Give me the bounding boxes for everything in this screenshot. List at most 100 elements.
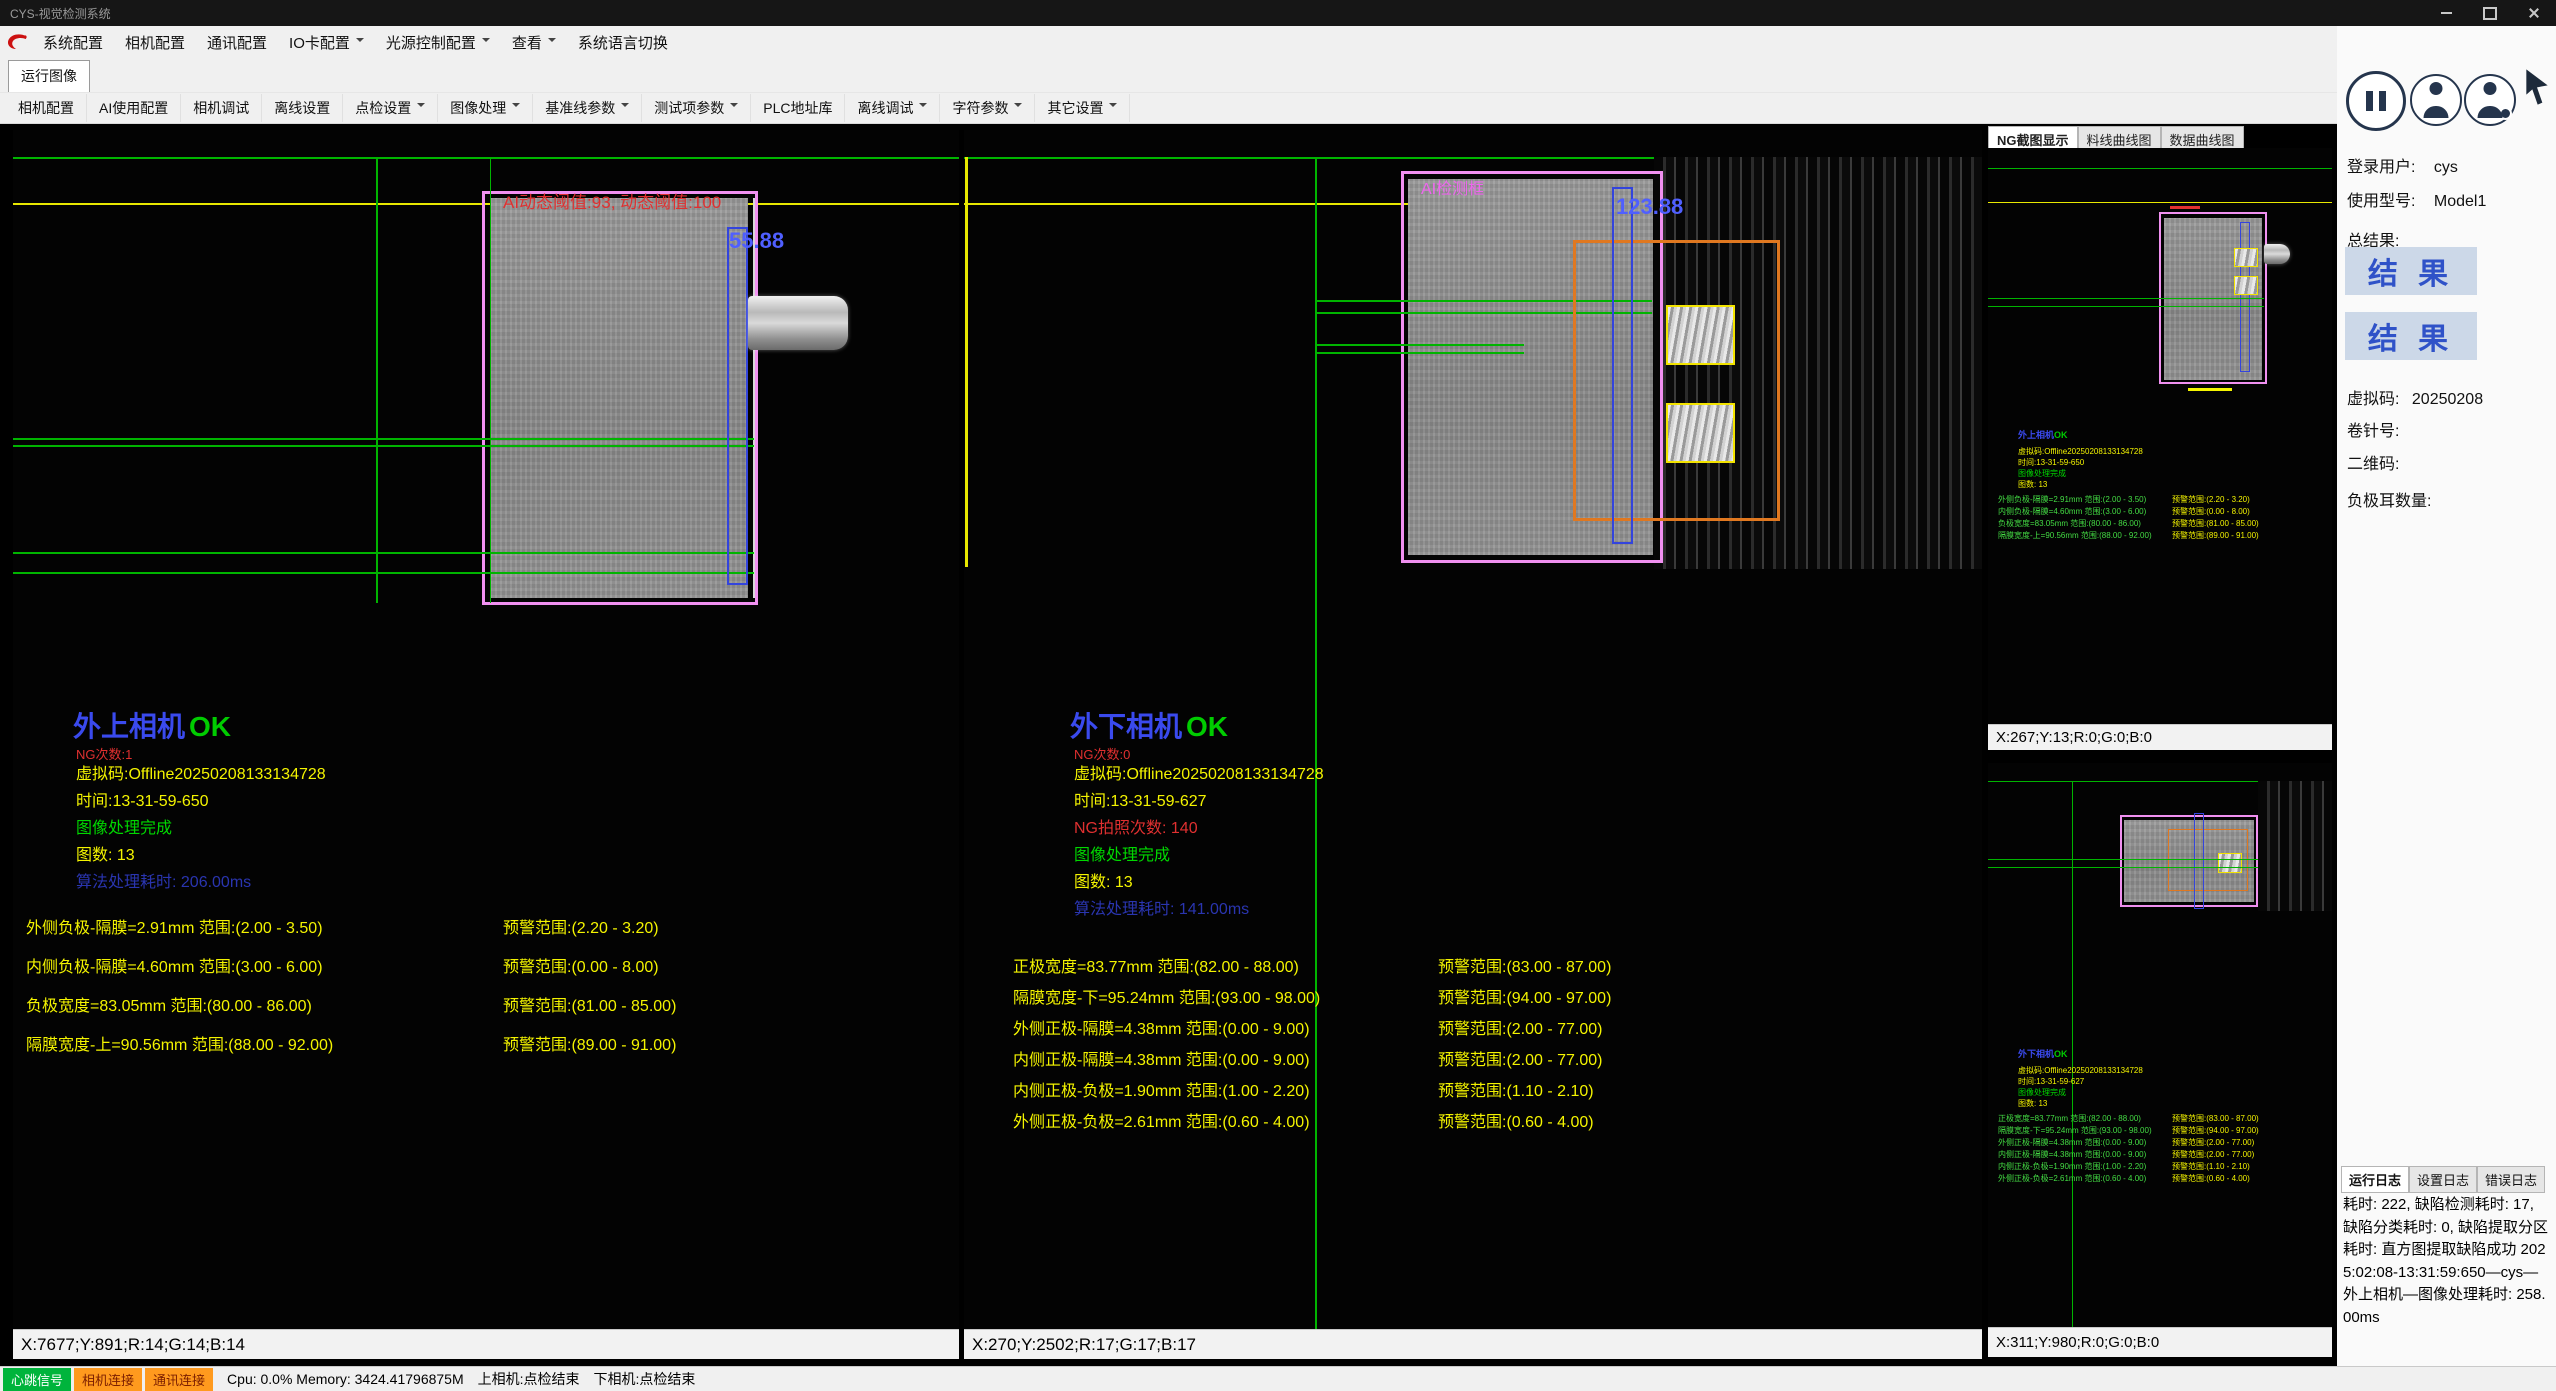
tool-offline-setting[interactable]: 离线设置	[262, 94, 343, 122]
measurement-text-mini: 外侧正极-负极=2.61mm 范围:(0.60 - 4.00)	[1998, 1173, 2146, 1184]
qr-code-label: 二维码:	[2347, 450, 2399, 474]
camera-link-indicator: 相机连接	[74, 1368, 142, 1391]
right-info-panel: 登录用户: cys 使用型号: Model1 总结果: 结 果 结 果 虚拟码:…	[2337, 26, 2556, 1366]
overlay-line	[1315, 344, 1524, 346]
capture-time-mini: 时间:13-31-59-627	[2018, 1076, 2084, 1087]
result-box-upper: 结 果	[2345, 247, 2477, 295]
overlay-line	[1988, 859, 2258, 860]
lower-camera-check-status: 下相机:点检结束	[594, 1369, 696, 1389]
tab-metal	[2264, 244, 2290, 264]
pixel-coord-readout: X:267;Y:13;R:0;G:0;B:0	[1996, 729, 2152, 746]
tool-plc-address[interactable]: PLC地址库	[751, 94, 845, 122]
left-camera-view[interactable]: AI动态阈值:93, 动态阈值:100 55.88 外上相机OK NG次数:1 …	[13, 130, 959, 1329]
tab-count-label: 负极耳数量:	[2347, 487, 2431, 511]
user-icon	[2412, 76, 2460, 124]
measurement-text: 负极宽度=83.05mm 范围:(80.00 - 86.00)	[26, 992, 312, 1016]
tool-offline-debug[interactable]: 离线调试	[845, 94, 940, 122]
measurement-text-mini: 内侧正极-负极=1.90mm 范围:(1.00 - 2.20)	[1998, 1161, 2146, 1172]
minimize-button[interactable]	[2424, 0, 2468, 26]
measurement-warn: 预警范围:(2.00 - 77.00)	[1438, 1046, 1603, 1070]
measurement-warn-mini: 预警范围:(1.10 - 2.10)	[2172, 1161, 2250, 1172]
tool-spot-check[interactable]: 点检设置	[343, 94, 438, 122]
menu-light-control-config[interactable]: 光源控制配置	[375, 28, 501, 57]
tab-setting-log[interactable]: 设置日志	[2409, 1166, 2477, 1193]
overlay-line	[490, 157, 491, 603]
measurement-warn-mini: 预警范围:(94.00 - 97.00)	[2172, 1125, 2259, 1136]
menu-comm-config[interactable]: 通讯配置	[196, 28, 278, 57]
overlay-line	[1988, 306, 2264, 307]
virtual-code: 虚拟码:Offline20250208133134728	[1074, 760, 1324, 784]
thumb1-coord-bar: X:267;Y:13;R:0;G:0;B:0	[1988, 724, 2332, 750]
tool-char-params[interactable]: 字符参数	[940, 94, 1035, 122]
frame-count-mini: 图数: 13	[2018, 479, 2047, 490]
user-gear-icon	[2466, 76, 2514, 124]
tab-detect-box	[2218, 853, 2242, 873]
measurement-warn-mini: 预警范围:(2.20 - 3.20)	[2172, 494, 2250, 505]
tab-run-image[interactable]: 运行图像	[8, 60, 90, 92]
sub-toolbar: 相机配置 AI使用配置 相机调试 离线设置 点检设置 图像处理 基准线参数 测试…	[0, 92, 2337, 124]
left-camera-coord-bar: X:7677;Y:891;R:14;G:14;B:14	[13, 1329, 959, 1359]
measurement-warn: 预警范围:(2.00 - 77.00)	[1438, 1015, 1603, 1039]
close-button[interactable]	[2512, 0, 2556, 26]
measurement-text-mini: 隔膜宽度-上=90.56mm 范围:(88.00 - 92.00)	[1998, 530, 2152, 541]
tool-other-settings[interactable]: 其它设置	[1035, 94, 1130, 122]
cursor-arrow-icon	[2521, 68, 2553, 108]
ng-thumbnail-lower[interactable]: 外下相机OK 虚拟码:Offline20250208133134728 时间:1…	[1988, 763, 2332, 1327]
tool-camera-config[interactable]: 相机配置	[6, 94, 87, 122]
model-value: Model1	[2434, 193, 2486, 210]
measurement-warn: 预警范围:(1.10 - 2.10)	[1438, 1077, 1594, 1101]
menu-io-card-config[interactable]: IO卡配置	[278, 28, 375, 57]
overlay-line	[965, 157, 968, 567]
tool-baseline-params[interactable]: 基准线参数	[533, 94, 642, 122]
camera-title-mini: 外下相机OK	[2018, 1047, 2068, 1060]
pixel-coord-readout: X:7677;Y:891;R:14;G:14;B:14	[21, 1335, 245, 1355]
ng-extra-info: NG拍照次数: 140	[1074, 814, 1198, 838]
badge-dot	[2499, 107, 2512, 120]
menu-system-config[interactable]: 系统配置	[32, 28, 114, 57]
menu-camera-config[interactable]: 相机配置	[114, 28, 196, 57]
user-button[interactable]	[2410, 74, 2462, 126]
tab-error-log[interactable]: 错误日志	[2477, 1166, 2545, 1193]
model-label: 使用型号:	[2347, 187, 2415, 211]
virtual-code-row: 虚拟码: 20250208	[2347, 385, 2483, 409]
capture-time: 时间:13-31-59-627	[1074, 787, 1207, 811]
overlay-line	[376, 157, 378, 603]
cursor-arrow-button[interactable]	[2521, 68, 2553, 108]
ng-thumbnail-upper[interactable]: 外上相机OK 虚拟码:Offline20250208133134728 时间:1…	[1988, 148, 2332, 724]
tool-image-process[interactable]: 图像处理	[438, 94, 533, 122]
process-done: 图像处理完成	[1074, 841, 1170, 865]
overlay-line	[1315, 157, 1317, 1329]
overlay-line	[1988, 168, 2332, 169]
window-title: CYS-视觉检测系统	[0, 5, 111, 22]
measurement-warn: 预警范围:(0.00 - 8.00)	[503, 953, 659, 977]
camera-title: 外上相机OK	[73, 705, 231, 745]
virtual-code-mini: 虚拟码:Offline20250208133134728	[2018, 446, 2143, 457]
measurement-warn: 预警范围:(94.00 - 97.00)	[1438, 984, 1611, 1008]
algo-time: 算法处理耗时: 206.00ms	[76, 868, 251, 892]
menu-language-switch[interactable]: 系统语言切换	[567, 28, 679, 57]
capture-time-mini: 时间:13-31-59-650	[2018, 457, 2084, 468]
tool-ai-use-config[interactable]: AI使用配置	[87, 94, 181, 122]
tab-metal	[748, 296, 848, 350]
camera-result-ok: OK	[2054, 430, 2068, 440]
overlay-line	[1988, 867, 2258, 868]
cpu-memory-readout: Cpu: 0.0% Memory: 3424.41796875M	[227, 1371, 464, 1387]
camera-title-mini: 外上相机OK	[2018, 428, 2068, 441]
status-bar: 心跳信号 相机连接 通讯连接 Cpu: 0.0% Memory: 3424.41…	[0, 1366, 2556, 1391]
tool-test-item-params[interactable]: 测试项参数	[642, 94, 751, 122]
measurement-text: 内侧正极-负极=1.90mm 范围:(1.00 - 2.20)	[1013, 1077, 1310, 1101]
menu-view[interactable]: 查看	[501, 28, 567, 57]
right-camera-view[interactable]: AI检测框 123.88 外下相机OK NG次数:0 虚拟码:Offline20…	[964, 130, 1982, 1329]
maximize-button[interactable]	[2468, 0, 2512, 26]
pause-icon	[2366, 91, 2386, 111]
run-image-tab-row: 运行图像	[0, 58, 2337, 92]
pause-button[interactable]	[2346, 71, 2406, 131]
thumb2-coord-bar: X:311;Y:980;R:0;G:0;B:0	[1988, 1327, 2332, 1357]
tool-camera-debug[interactable]: 相机调试	[181, 94, 262, 122]
minimize-icon	[2441, 12, 2452, 14]
measurement-warn-mini: 预警范围:(2.00 - 77.00)	[2172, 1137, 2254, 1148]
tab-run-log[interactable]: 运行日志	[2341, 1166, 2409, 1193]
user-settings-button[interactable]	[2464, 74, 2516, 126]
measurement-warn: 预警范围:(83.00 - 87.00)	[1438, 953, 1611, 977]
title-bar: CYS-视觉检测系统	[0, 0, 2556, 26]
